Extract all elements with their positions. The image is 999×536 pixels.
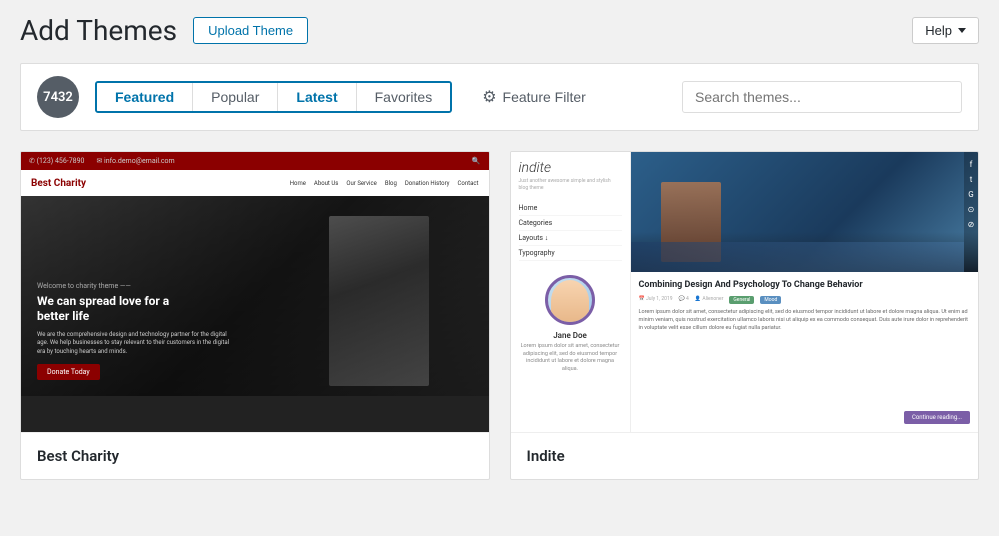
indite-article: Combining Design And Psychology To Chang… — [631, 272, 979, 407]
tab-popular[interactable]: Popular — [193, 83, 278, 111]
upload-theme-button[interactable]: Upload Theme — [193, 17, 308, 44]
theme-preview-indite: indite Just another awesome simple and s… — [511, 152, 979, 432]
feature-filter-button[interactable]: ⚙ Feature Filter — [472, 81, 596, 113]
indite-hero-image: f t G ⊙ ⊘ — [631, 152, 979, 272]
charity-topbar-phone: ✆ (123) 456-7890 — [29, 157, 84, 165]
indite-preview: indite Just another awesome simple and s… — [511, 152, 979, 432]
theme-card-indite[interactable]: indite Just another awesome simple and s… — [510, 151, 980, 480]
charity-topbar-email: ✉ info.demo@email.com — [96, 157, 174, 165]
charity-hero-desc: We are the comprehensive design and tech… — [37, 331, 237, 356]
indite-logo: indite — [519, 160, 622, 176]
charity-cta-button: Donate Today — [37, 364, 100, 380]
rss-icon: ⊙ — [968, 205, 975, 214]
indite-nav-home: Home — [519, 201, 622, 216]
charity-logo: Best Charity — [31, 178, 86, 189]
theme-name-indite: Indite — [511, 432, 979, 479]
twitter-icon: t — [970, 175, 973, 184]
chevron-down-icon — [958, 28, 966, 33]
indite-sidebar-avatar — [545, 275, 595, 325]
indite-profile-bio: Lorem ipsum dolor sit amet, consectetur … — [519, 343, 622, 374]
feature-filter-label: Feature Filter — [503, 89, 586, 105]
charity-nav: Home About Us Our Service Blog Donation … — [290, 180, 479, 187]
indite-post-body: Lorem ipsum dolor sit amet, consectetur … — [639, 308, 971, 333]
filter-bar: 7432 Featured Popular Latest Favorites ⚙… — [20, 63, 979, 131]
tab-latest[interactable]: Latest — [278, 83, 356, 111]
theme-name-best-charity: Best Charity — [21, 432, 489, 479]
help-button[interactable]: Help — [912, 17, 979, 44]
themes-grid: ✆ (123) 456-7890 ✉ info.demo@email.com 🔍… — [20, 151, 979, 480]
charity-hero-figure — [329, 216, 429, 386]
tab-favorites[interactable]: Favorites — [357, 83, 451, 111]
header-row: Add Themes Upload Theme Help — [20, 10, 979, 47]
indite-sidebar: indite Just another awesome simple and s… — [511, 152, 631, 432]
indite-profile-name: Jane Doe — [519, 331, 622, 340]
other-icon: ⊘ — [968, 220, 975, 229]
page-title: Add Themes — [20, 14, 177, 47]
theme-preview-best-charity: ✆ (123) 456-7890 ✉ info.demo@email.com 🔍… — [21, 152, 489, 432]
indite-nav-layouts: Layouts ↓ — [519, 231, 622, 246]
google-icon: G — [968, 190, 973, 199]
charity-header: Best Charity Home About Us Our Service B… — [21, 170, 489, 196]
gear-icon: ⚙ — [482, 87, 496, 107]
indite-social-icons: f t G ⊙ ⊘ — [964, 152, 978, 272]
indite-post-title: Combining Design And Psychology To Chang… — [639, 280, 971, 292]
charity-topbar-search-icon: 🔍 — [472, 157, 481, 165]
tab-featured[interactable]: Featured — [97, 83, 193, 111]
indite-sidebar-profile: Jane Doe Lorem ipsum dolor sit amet, con… — [519, 275, 622, 374]
help-label: Help — [925, 23, 952, 38]
indite-main: f t G ⊙ ⊘ Combining Design And Psycholog… — [631, 152, 979, 432]
indite-nav-categories: Categories — [519, 216, 622, 231]
charity-hero: Welcome to charity theme —— We can sprea… — [21, 196, 489, 396]
indite-nav-typography: Typography — [519, 246, 622, 261]
search-input[interactable] — [682, 81, 962, 113]
charity-topbar: ✆ (123) 456-7890 ✉ info.demo@email.com 🔍 — [21, 152, 489, 170]
page-wrapper: Add Themes Upload Theme Help 7432 Featur… — [0, 0, 999, 536]
charity-preview: ✆ (123) 456-7890 ✉ info.demo@email.com 🔍… — [21, 152, 489, 432]
facebook-icon: f — [970, 160, 973, 169]
indite-tagline: Just another awesome simple and stylish … — [519, 178, 622, 191]
indite-post-meta: 📅 July 1, 2019 💬 4 👤 Alienoner General M… — [639, 296, 971, 304]
continue-reading-button: Continue reading... — [904, 411, 970, 424]
theme-count-badge: 7432 — [37, 76, 79, 118]
filter-tabs: Featured Popular Latest Favorites — [95, 81, 452, 113]
theme-card-best-charity[interactable]: ✆ (123) 456-7890 ✉ info.demo@email.com 🔍… — [20, 151, 490, 480]
